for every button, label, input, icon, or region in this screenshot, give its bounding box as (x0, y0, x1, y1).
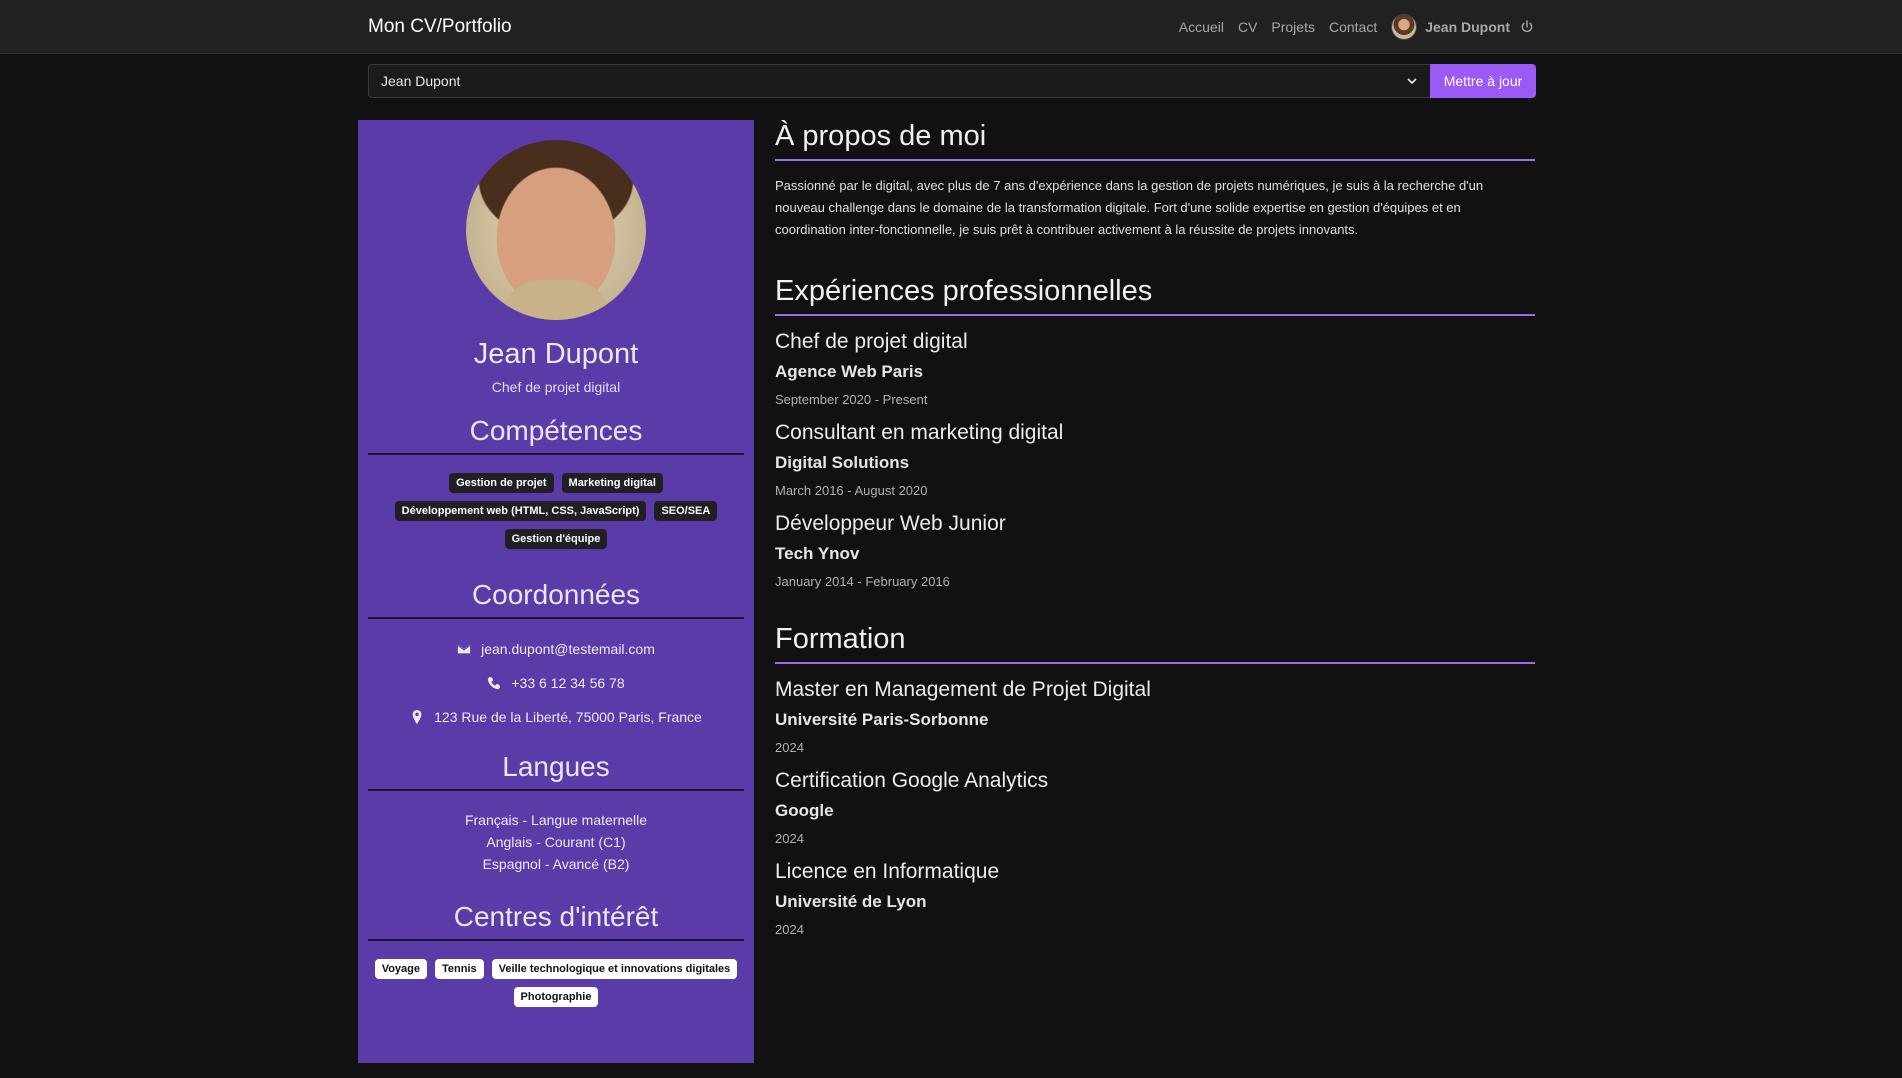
phone-icon (488, 676, 501, 690)
languages-heading: Langues (368, 751, 744, 791)
education-date: 2024 (775, 922, 804, 937)
map-pin-icon (412, 710, 422, 724)
education-section: Formation Master en Management de Projet… (775, 623, 1535, 937)
email-text: jean.dupont@testemail.com (481, 641, 655, 657)
experience-title: Développeur Web Junior (775, 512, 1006, 535)
skill-badge: Développement web (HTML, CSS, JavaScript… (394, 501, 647, 521)
education-date: 2024 (775, 831, 804, 846)
education-title: Certification Google Analytics (775, 769, 1049, 792)
profile-name: Jean Dupont (473, 338, 639, 370)
power-icon[interactable] (1520, 19, 1534, 34)
profile-select-value: Jean Dupont (381, 73, 461, 89)
skill-badge: Gestion de projet (449, 473, 554, 493)
profile-sidebar: Jean Dupont Chef de projet digital Compé… (358, 120, 754, 1063)
skills-list: Gestion de projet Marketing digital Déve… (358, 455, 754, 549)
education-school: Google (775, 801, 834, 820)
experience-date: January 2014 - February 2016 (775, 574, 950, 589)
interests-list: Voyage Tennis Veille technologique et in… (358, 941, 754, 1007)
education-item: Certification Google Analytics Google 20… (775, 769, 1535, 846)
experience-item: Développeur Web Junior Tech Ynov January… (775, 512, 1535, 589)
experience-company: Tech Ynov (775, 544, 860, 563)
education-item: Licence en Informatique Université de Ly… (775, 860, 1535, 937)
nav-link-cv[interactable]: CV (1238, 19, 1257, 35)
experience-item: Chef de projet digital Agence Web Paris … (775, 330, 1535, 407)
contact-heading: Coordonnées (368, 579, 744, 619)
experience-company: Digital Solutions (775, 453, 910, 472)
top-navbar: Mon CV/Portfolio Accueil CV Projets Cont… (0, 0, 1902, 54)
skill-badge: Gestion d'équipe (504, 529, 608, 549)
experience-title: Chef de projet digital (775, 330, 968, 353)
about-heading: À propos de moi (775, 120, 1535, 161)
nav-links: Accueil CV Projets Contact Jean Dupont (1179, 13, 1534, 40)
profile-select[interactable]: Jean Dupont (368, 64, 1430, 98)
phone-text: +33 6 12 34 56 78 (511, 675, 625, 691)
interest-badge: Voyage (374, 959, 427, 979)
chevron-down-icon (1407, 78, 1417, 85)
experience-company: Agence Web Paris (775, 362, 924, 381)
language-item: Anglais - Courant (C1) (486, 834, 626, 850)
interests-heading: Centres d'intérêt (368, 901, 744, 941)
education-school: Université de Lyon (775, 892, 927, 911)
interest-badge: Photographie (513, 987, 599, 1007)
profile-photo (466, 140, 646, 320)
user-menu[interactable]: Jean Dupont (1391, 13, 1534, 40)
nav-link-accueil[interactable]: Accueil (1179, 19, 1224, 35)
about-text: Passionné par le digital, avec plus de 7… (775, 178, 1484, 237)
experience-heading: Expériences professionnelles (775, 275, 1535, 316)
brand-title[interactable]: Mon CV/Portfolio (368, 16, 512, 38)
education-item: Master en Management de Projet Digital U… (775, 678, 1535, 755)
interest-badge: Veille technologique et innovations digi… (491, 959, 738, 979)
education-title: Licence en Informatique (775, 860, 1000, 883)
skill-badge: SEO/SEA (654, 501, 718, 521)
interest-badge: Tennis (435, 959, 484, 979)
languages-list: Français - Langue maternelle Anglais - C… (358, 791, 754, 875)
contact-phone[interactable]: +33 6 12 34 56 78 (358, 675, 754, 691)
main-content: À propos de moi Passionné par le digital… (775, 120, 1535, 971)
experience-title: Consultant en marketing digital (775, 421, 1064, 444)
envelope-icon (457, 644, 471, 654)
education-school: Université Paris-Sorbonne (775, 710, 989, 729)
experience-section: Expériences professionnelles Chef de pro… (775, 275, 1535, 589)
avatar (1391, 13, 1418, 40)
update-button[interactable]: Mettre à jour (1430, 64, 1536, 98)
language-item: Espagnol - Avancé (B2) (482, 856, 630, 872)
contact-email[interactable]: jean.dupont@testemail.com (358, 641, 754, 657)
contact-list: jean.dupont@testemail.com +33 6 12 34 56… (358, 641, 754, 725)
profile-title: Chef de projet digital (491, 379, 621, 395)
nav-link-contact[interactable]: Contact (1329, 19, 1377, 35)
skills-heading: Compétences (368, 415, 744, 455)
language-item: Français - Langue maternelle (464, 812, 648, 828)
about-section: À propos de moi Passionné par le digital… (775, 120, 1535, 241)
user-name: Jean Dupont (1425, 18, 1510, 35)
contact-address: 123 Rue de la Liberté, 75000 Paris, Fran… (358, 709, 754, 725)
education-title: Master en Management de Projet Digital (775, 678, 1151, 701)
address-text: 123 Rue de la Liberté, 75000 Paris, Fran… (434, 709, 702, 725)
experience-date: March 2016 - August 2020 (775, 483, 928, 498)
skill-badge: Marketing digital (561, 473, 663, 493)
experience-item: Consultant en marketing digital Digital … (775, 421, 1535, 498)
education-date: 2024 (775, 740, 804, 755)
profile-selector-bar: Jean Dupont Mettre à jour (368, 64, 1536, 98)
nav-link-projets[interactable]: Projets (1271, 19, 1315, 35)
experience-date: September 2020 - Present (775, 392, 928, 407)
education-heading: Formation (775, 623, 1535, 664)
